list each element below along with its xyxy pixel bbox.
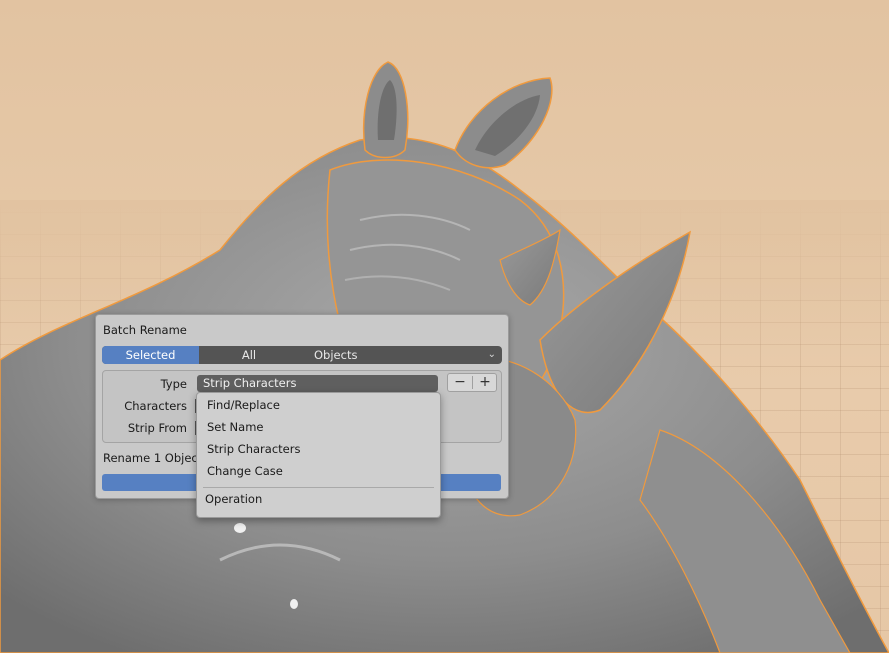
menu-divider	[203, 487, 434, 488]
menu-item-set-name[interactable]: Set Name	[197, 417, 440, 438]
panel-title: Batch Rename	[103, 323, 187, 337]
scope-selector: Selected All Objects ⌄	[102, 346, 502, 364]
characters-label: Characters	[124, 399, 187, 413]
add-button[interactable]: +	[473, 374, 497, 391]
add-remove-stepper: − +	[447, 373, 497, 392]
menu-item-strip-characters[interactable]: Strip Characters	[197, 439, 440, 460]
chevron-down-icon: ⌄	[487, 349, 496, 360]
scope-selected-button[interactable]: Selected	[102, 346, 199, 364]
menu-item-change-case[interactable]: Change Case	[197, 461, 440, 482]
strip-from-label: Strip From	[127, 421, 187, 435]
type-label: Type	[160, 377, 187, 391]
scope-all-button[interactable]: All	[199, 346, 299, 364]
type-dropdown-menu: Find/Replace Set Name Strip Characters C…	[196, 392, 441, 518]
data-type-dropdown[interactable]: Objects ⌄	[314, 346, 502, 364]
menu-item-find-replace[interactable]: Find/Replace	[197, 395, 440, 416]
remove-button[interactable]: −	[448, 374, 472, 391]
type-dropdown[interactable]: Strip Characters	[197, 375, 438, 392]
menu-footer-label: Operation	[205, 492, 263, 506]
